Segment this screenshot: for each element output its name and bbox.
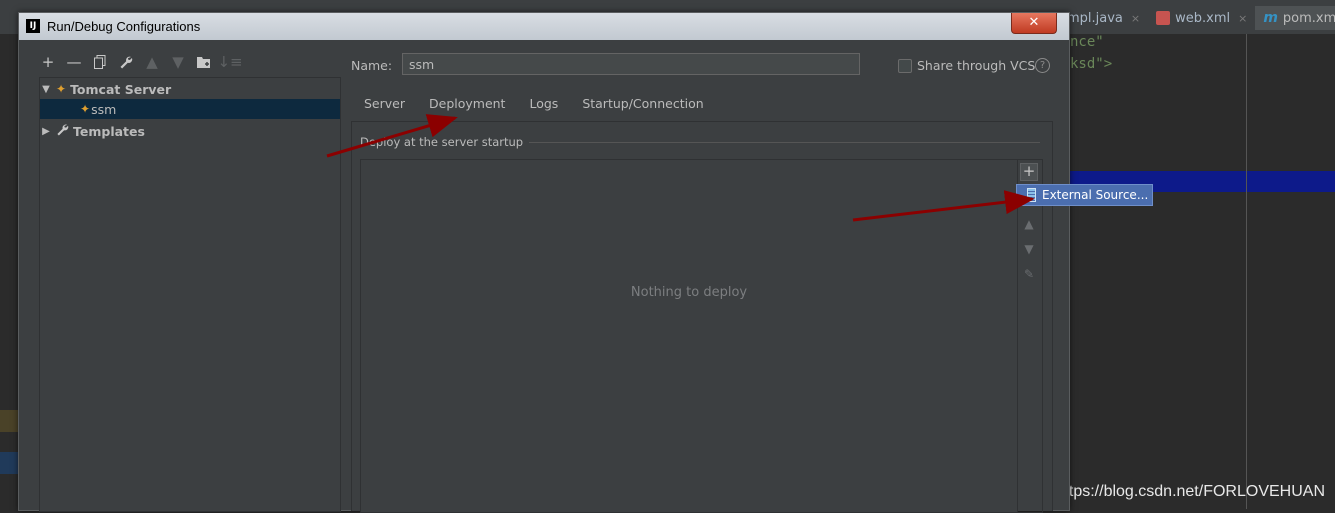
tab-server[interactable]: Server [352,93,417,121]
tree-item-tomcat-server[interactable]: ▼ ✦ Tomcat Server [40,79,340,99]
wrench-icon [56,123,69,139]
share-vcs-checkbox[interactable] [898,59,912,73]
copy-icon[interactable] [91,53,109,71]
move-down-icon[interactable]: ▼ [1020,240,1038,258]
gutter-marker [0,452,18,474]
gutter-marker [0,410,18,432]
empty-state-text: Nothing to deploy [630,285,748,300]
close-icon[interactable]: × [1131,12,1140,25]
editor-tabs: ceImpl.java × web.xml × m pom.xml [1040,6,1335,30]
intellij-icon: IJ [26,19,40,33]
deployment-panel: Deploy at the server startup Nothing to … [351,121,1053,513]
right-margin-guide [1246,34,1247,509]
tomcat-config-icon: ✦ [80,102,91,116]
deploy-actions: + ▲ ▼ ✎ [1016,159,1043,513]
name-field[interactable]: ssm [402,53,860,75]
xml-file-icon [1156,11,1171,25]
add-menu-popup: External Source... [1016,184,1153,206]
config-tabs: Server Deployment Logs Startup/Connectio… [352,93,716,124]
add-icon[interactable]: + [39,53,57,71]
remove-icon[interactable]: — [65,53,83,71]
tab-pom-xml[interactable]: m pom.xml [1255,6,1335,30]
expanded-arrow-icon[interactable]: ▼ [40,84,52,95]
deploy-list[interactable]: Nothing to deploy [360,159,1018,513]
tree-item-ssm[interactable]: ✦ ssm [40,99,340,119]
archive-icon [1027,188,1036,202]
tab-deployment[interactable]: Deployment [417,93,518,124]
tree-item-label: Templates [73,123,145,139]
tab-startup-connection[interactable]: Startup/Connection [570,93,715,121]
wrench-icon[interactable] [117,53,135,71]
code-editor[interactable]: nce" ksd"> [1068,34,1335,509]
tab-label: pom.xml [1282,10,1335,26]
new-folder-icon[interactable] [195,53,213,71]
maven-icon: m [1263,10,1278,26]
menu-item-external-source[interactable]: External Source... [1042,188,1148,202]
move-up-icon[interactable]: ▲ [143,53,161,71]
close-icon[interactable]: × [1238,12,1247,25]
run-debug-dialog: IJ Run/Debug Configurations ✕ + — ▲ ▼ ↓≡… [18,12,1153,513]
tab-logs[interactable]: Logs [517,93,570,121]
close-button[interactable]: ✕ [1011,13,1057,34]
sort-icon[interactable]: ↓≡ [217,53,242,71]
config-toolbar: + — ▲ ▼ ↓≡ [39,51,243,73]
tree-item-label: Tomcat Server [70,81,172,97]
tab-label: web.xml [1175,10,1231,26]
dialog-titlebar[interactable]: IJ Run/Debug Configurations ✕ [19,13,1069,40]
move-up-icon[interactable]: ▲ [1020,215,1038,233]
add-deployment-button[interactable]: + [1020,163,1038,181]
code-line: ksd"> [1070,56,1112,72]
group-title: Deploy at the server startup [360,135,530,149]
editor-gutter [0,34,18,509]
dialog-title: Run/Debug Configurations [47,19,201,34]
tree-item-label: ssm [91,101,117,117]
code-line: nce" [1070,34,1104,50]
help-icon[interactable]: ? [1035,58,1050,73]
edit-icon[interactable]: ✎ [1020,265,1038,283]
tab-web-xml[interactable]: web.xml × [1148,6,1255,30]
watermark: https://blog.csdn.net/FORLOVEHUAN [1055,483,1325,500]
move-down-icon[interactable]: ▼ [169,53,187,71]
tree-item-templates[interactable]: ▶ Templates [40,121,340,141]
config-tree: ▼ ✦ Tomcat Server ✦ ssm ▶ Templates [39,77,341,512]
tomcat-icon: ✦ [56,82,67,96]
code-text: ksd"> [1070,56,1113,72]
share-vcs-label[interactable]: Share through VCS [917,58,1035,73]
name-label: Name: [351,58,393,73]
collapsed-arrow-icon[interactable]: ▶ [40,126,52,137]
